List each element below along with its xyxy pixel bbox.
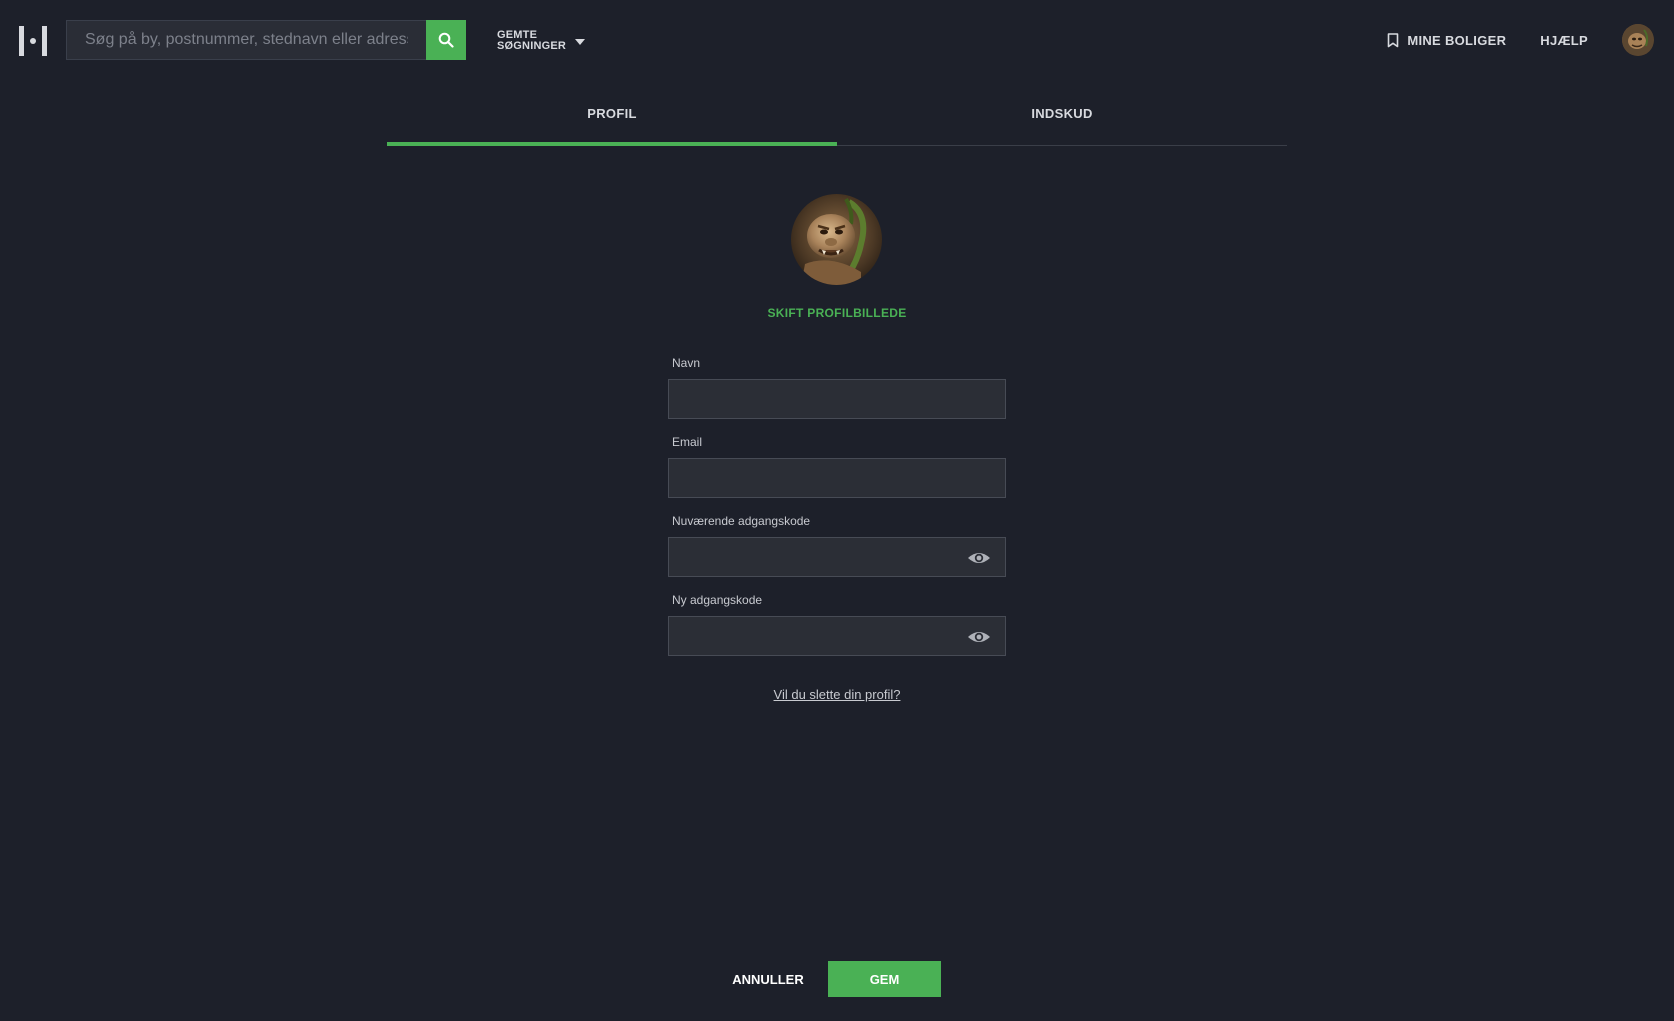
saved-searches-label-line2: SØGNINGER [497,40,567,52]
form-actions: ANNULLER GEM [0,961,1674,997]
logo-left-bar [19,26,24,56]
header-nav-right: MINE BOLIGER HJÆLP [1387,18,1674,62]
name-input[interactable] [669,380,1005,418]
current-password-input-box [668,537,1006,577]
top-navigation-bar: GEMTE SØGNINGER MINE BOLIGER HJÆLP [0,0,1674,80]
new-password-label: Ny adgangskode [672,593,763,607]
profile-tabs: PROFIL INDSKUD [387,94,1287,146]
email-field-group: Email [668,435,1006,498]
save-button[interactable]: GEM [828,961,941,997]
current-password-label: Nuværende adgangskode [672,514,811,528]
profile-form: Navn Email Nuværende adgangskode Ny adga… [668,356,1006,672]
delete-profile-link[interactable]: Vil du slette din profil? [687,687,987,702]
email-input-box [668,458,1006,498]
name-input-box [668,379,1006,419]
bookmark-icon [1388,32,1399,47]
current-password-field-group: Nuværende adgangskode [668,514,1006,577]
user-avatar[interactable] [1622,24,1654,56]
cancel-button[interactable]: ANNULLER [728,961,808,997]
new-password-field-group: Ny adgangskode [668,593,1006,656]
profile-picture[interactable] [791,194,882,285]
my-homes-label: MINE BOLIGER [1407,32,1507,48]
profile-picture-image [791,194,882,285]
search-bar [66,20,466,60]
search-input[interactable] [66,20,426,60]
eye-icon[interactable] [967,549,991,567]
saved-searches-label: GEMTE SØGNINGER [497,30,567,52]
tab-indskud[interactable]: INDSKUD [837,94,1287,145]
name-label: Navn [672,356,701,370]
new-password-input[interactable] [669,617,1005,655]
current-password-input[interactable] [669,538,1005,576]
logo-dot [30,38,36,44]
brand-logo-icon[interactable] [19,26,47,56]
search-icon [438,32,454,48]
search-button[interactable] [426,20,466,60]
email-input[interactable] [669,459,1005,497]
eye-icon[interactable] [967,628,991,646]
help-link[interactable]: HJÆLP [1540,33,1588,48]
help-label: HJÆLP [1540,32,1588,48]
user-avatar-image [1622,24,1654,56]
chevron-down-icon [575,39,585,45]
my-homes-link[interactable]: MINE BOLIGER [1387,33,1506,48]
new-password-input-box [668,616,1006,656]
name-field-group: Navn [668,356,1006,419]
saved-searches-dropdown[interactable]: GEMTE SØGNINGER [497,29,585,53]
logo-right-bar [42,26,47,56]
tab-profil[interactable]: PROFIL [387,94,837,146]
change-profile-picture-button[interactable]: SKIFT PROFILBILLEDE [687,306,987,320]
email-label: Email [672,435,703,449]
